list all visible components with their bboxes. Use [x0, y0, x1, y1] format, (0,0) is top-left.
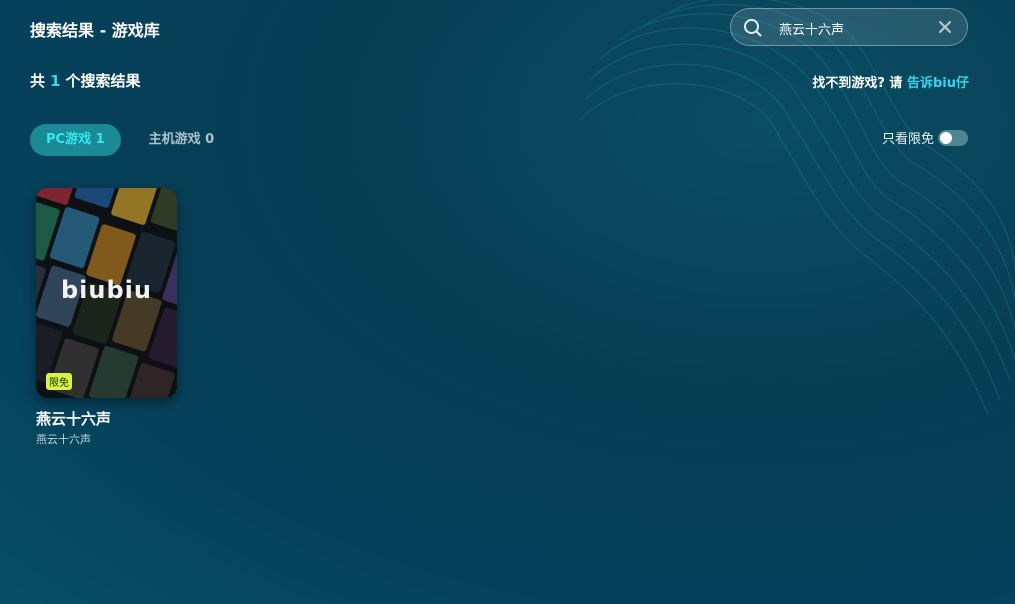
result-count: 共 1 个搜索结果 — [30, 70, 140, 91]
feedback-prompt: 找不到游戏? 请 告诉biu仔 — [812, 72, 969, 91]
free-only-toggle[interactable] — [938, 129, 969, 146]
search-box[interactable] — [730, 8, 968, 46]
feedback-question: 找不到游戏? 请 — [812, 76, 903, 91]
search-input[interactable] — [777, 17, 931, 39]
free-only-label: 只看限免 — [882, 132, 935, 147]
toggle-knob — [940, 131, 953, 144]
result-count-suffix: 个搜索结果 — [65, 72, 141, 90]
free-badge: 限免 — [46, 373, 72, 390]
feedback-link[interactable]: 告诉biu仔 — [907, 76, 969, 91]
game-cover[interactable]: biubiu 限免 — [36, 188, 177, 398]
tab-pc-games[interactable]: PC游戏 1 — [30, 124, 121, 156]
free-only-filter: 只看限免 — [882, 128, 969, 147]
game-cover-logo: biubiu — [61, 276, 152, 304]
close-icon[interactable] — [937, 19, 953, 35]
result-count-prefix: 共 — [30, 72, 46, 90]
result-count-number: 1 — [50, 72, 61, 90]
game-subtitle: 燕云十六声 — [36, 433, 91, 446]
search-icon — [744, 19, 762, 37]
platform-tabs: PC游戏 1 主机游戏 0 — [30, 124, 230, 156]
game-card[interactable]: biubiu 限免 燕云十六声 燕云十六声 — [36, 188, 177, 447]
game-title[interactable]: 燕云十六声 — [36, 408, 177, 429]
tab-console-games[interactable]: 主机游戏 0 — [133, 124, 231, 156]
page-title: 搜索结果 - 游戏库 — [30, 21, 160, 40]
background-swirl — [581, 0, 1015, 416]
